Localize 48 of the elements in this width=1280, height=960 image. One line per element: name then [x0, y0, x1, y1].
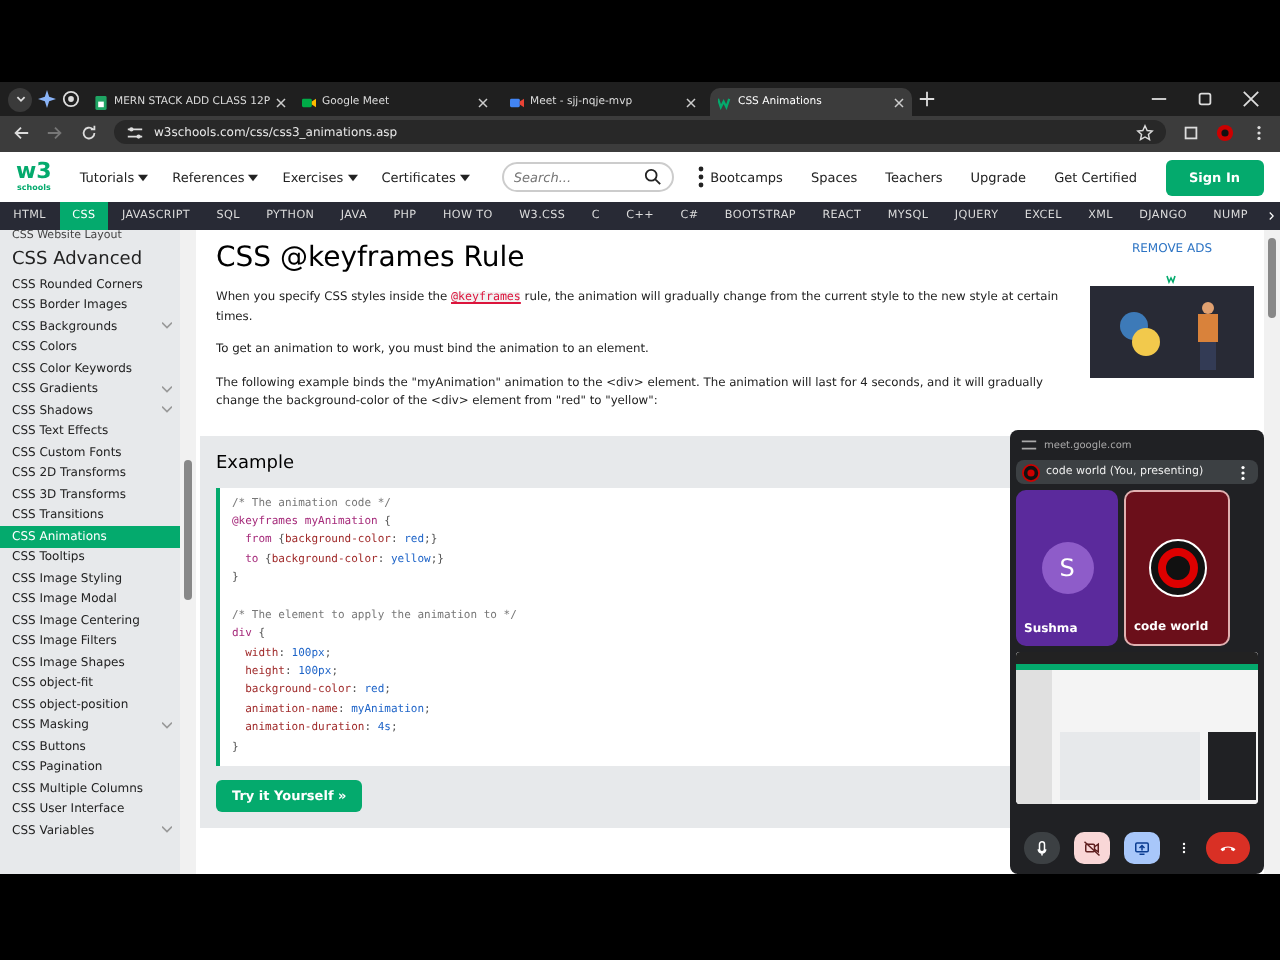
- close-icon[interactable]: [686, 97, 696, 107]
- camera-off-button[interactable]: [1074, 832, 1111, 864]
- hang-up-button[interactable]: [1206, 832, 1251, 864]
- new-tab-icon[interactable]: [918, 90, 936, 108]
- scrollbar[interactable]: [180, 230, 196, 874]
- back-icon[interactable]: [12, 123, 30, 141]
- caret-icon: [162, 406, 172, 415]
- caret-icon: [162, 322, 172, 331]
- site-settings-icon[interactable]: [1020, 436, 1038, 454]
- caret-icon: [162, 385, 172, 394]
- caret-icon: [138, 173, 149, 181]
- scrollbar[interactable]: [1264, 230, 1280, 874]
- caret-icon: [162, 826, 172, 835]
- sidebar-heading: CSS Advanced: [10, 248, 145, 274]
- close-icon[interactable]: [276, 97, 287, 107]
- extensions-icon[interactable]: [1182, 123, 1200, 141]
- caret-icon: [162, 721, 172, 730]
- present-button[interactable]: [1124, 832, 1161, 864]
- tab-search-button[interactable]: [8, 87, 32, 111]
- camera-icon: [510, 95, 524, 109]
- example-title: Example: [216, 453, 295, 473]
- caret-icon: [347, 173, 358, 181]
- camera-icon: [302, 95, 316, 109]
- restore-icon[interactable]: [1196, 90, 1214, 108]
- caret-icon: [459, 173, 470, 181]
- reload-icon[interactable]: [80, 123, 98, 141]
- search-icon[interactable]: [643, 168, 662, 186]
- page-title: CSS @keyframes Rule: [216, 242, 527, 274]
- sparkle-icon[interactable]: [38, 90, 56, 108]
- w3-icon: [1166, 274, 1178, 284]
- camera-icon: [1082, 838, 1103, 858]
- close-icon[interactable]: [478, 97, 488, 107]
- spreadsheet-icon: [94, 95, 108, 109]
- more-icon[interactable]: [697, 166, 704, 188]
- star-icon[interactable]: [1136, 123, 1154, 141]
- logo-icon: [1022, 463, 1040, 481]
- w3-icon: [718, 95, 732, 109]
- chrome-icon[interactable]: [62, 90, 80, 108]
- caret-icon: [248, 173, 259, 181]
- close-icon[interactable]: [1242, 90, 1260, 108]
- microphone-button[interactable]: [1023, 832, 1060, 864]
- logo-icon: [1147, 538, 1207, 598]
- present-icon: [1132, 838, 1153, 858]
- site-settings-icon[interactable]: [126, 123, 144, 141]
- avatar: S: [1041, 542, 1093, 594]
- profile-avatar-icon[interactable]: [1216, 123, 1234, 141]
- close-icon[interactable]: [894, 97, 904, 107]
- forward-icon[interactable]: [46, 123, 64, 141]
